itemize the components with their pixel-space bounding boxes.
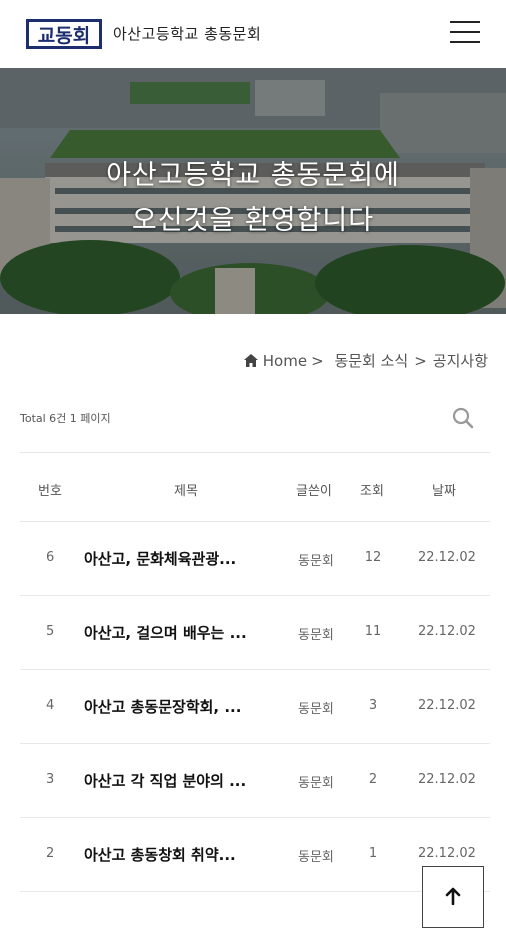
- search-icon[interactable]: [452, 407, 474, 429]
- header-date: 날짜: [432, 484, 456, 499]
- row-date: 22.12.02: [418, 846, 476, 861]
- row-number: 2: [46, 846, 55, 861]
- notice-table: 번호 제목 글쓴이 조회 날짜 6 아산고, 문화체육관광... 동문회 12 …: [20, 452, 490, 892]
- table-header: 번호 제목 글쓴이 조회 날짜: [20, 452, 490, 522]
- row-title-link[interactable]: 아산고 총동문장학회, ...: [84, 696, 241, 717]
- total-count: Total 6건 1 페이지: [20, 412, 111, 425]
- row-views: 12: [364, 550, 382, 565]
- hero-title-line2: 오신것을 환영합니다: [131, 205, 375, 236]
- row-writer: 동문회: [298, 628, 334, 643]
- hero-banner: 아산고등학교 총동문회에 오신것을 환영합니다: [0, 68, 506, 314]
- row-date: 22.12.02: [418, 550, 476, 565]
- row-number: 6: [46, 550, 55, 565]
- table-row[interactable]: 6 아산고, 문화체육관광... 동문회 12 22.12.02: [20, 522, 490, 596]
- row-views: 2: [368, 772, 378, 787]
- breadcrumb-separator: >: [414, 352, 427, 370]
- school-logo[interactable]: 교동회: [26, 19, 102, 49]
- row-title-link[interactable]: 아산고 총동창회 취약...: [84, 844, 236, 865]
- logo-text: 교동회: [38, 25, 90, 47]
- site-header: 교동회 아산고등학교 총동문회: [0, 0, 506, 68]
- row-views: 11: [364, 624, 382, 639]
- scroll-top-button[interactable]: [422, 866, 484, 928]
- header-title: 제목: [174, 484, 198, 499]
- site-title[interactable]: 아산고등학교 총동문회: [113, 23, 261, 44]
- home-icon[interactable]: [243, 353, 258, 371]
- hamburger-menu-icon[interactable]: [450, 21, 480, 45]
- row-date: 22.12.02: [418, 772, 476, 787]
- breadcrumb-page[interactable]: 공지사항: [433, 352, 488, 370]
- row-writer: 동문회: [298, 776, 334, 791]
- row-number: 3: [46, 772, 55, 787]
- header-writer: 글쓴이: [296, 484, 332, 499]
- table-row[interactable]: 3 아산고 각 직업 분야의 ... 동문회 2 22.12.02: [20, 744, 490, 818]
- hero-title-line1: 아산고등학교 총동문회에: [106, 160, 400, 191]
- row-writer: 동문회: [298, 702, 334, 717]
- row-number: 4: [46, 698, 55, 713]
- row-number: 5: [46, 624, 55, 639]
- breadcrumb-separator: >: [311, 352, 324, 370]
- table-row[interactable]: 4 아산고 총동문장학회, ... 동문회 3 22.12.02: [20, 670, 490, 744]
- row-views: 3: [368, 698, 378, 713]
- arrow-up-icon: [445, 887, 461, 905]
- header-views: 조회: [360, 484, 384, 499]
- table-row[interactable]: 5 아산고, 걸으며 배우는 ... 동문회 11 22.12.02: [20, 596, 490, 670]
- row-writer: 동문회: [298, 554, 334, 569]
- row-title-link[interactable]: 아산고, 문화체육관광...: [84, 548, 236, 569]
- row-date: 22.12.02: [418, 698, 476, 713]
- header-number: 번호: [38, 484, 62, 499]
- row-views: 1: [368, 846, 378, 861]
- breadcrumb-home[interactable]: Home: [263, 352, 307, 370]
- row-writer: 동문회: [298, 850, 334, 865]
- row-title-link[interactable]: 아산고 각 직업 분야의 ...: [84, 770, 246, 791]
- row-title-link[interactable]: 아산고, 걸으며 배우는 ...: [84, 622, 247, 643]
- breadcrumb-section[interactable]: 동문회 소식: [334, 352, 408, 370]
- breadcrumb: Home > 동문회 소식 > 공지사항: [243, 350, 488, 371]
- row-date: 22.12.02: [418, 624, 476, 639]
- table-row[interactable]: 2 아산고 총동창회 취약... 동문회 1 22.12.02: [20, 818, 490, 892]
